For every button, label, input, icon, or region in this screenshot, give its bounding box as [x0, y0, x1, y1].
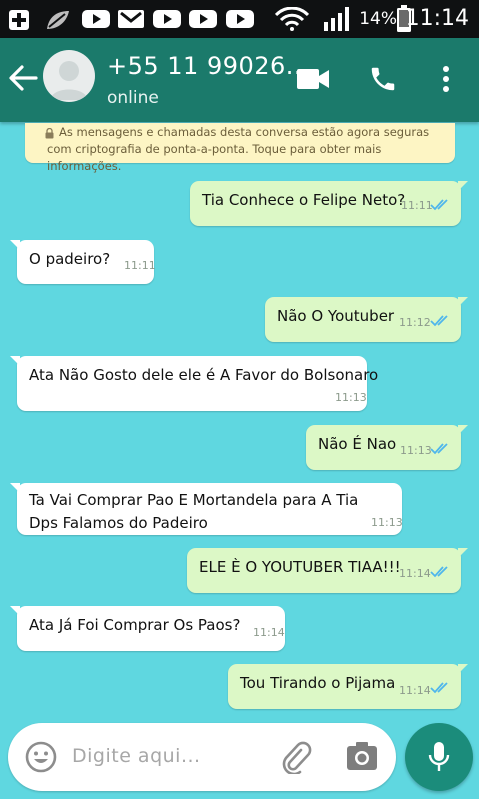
message-time: 11:14 — [253, 626, 285, 639]
message-incoming[interactable]: O padeiro? 11:11 — [10, 240, 156, 284]
back-arrow-icon[interactable] — [8, 64, 38, 92]
gmail-icon — [118, 10, 144, 28]
message-outgoing[interactable]: Não O Youtuber 11:12 — [265, 297, 468, 342]
encryption-notice-text: As mensagens e chamadas desta conversa e… — [47, 125, 430, 173]
battery-percent: 14% — [359, 9, 397, 29]
leaf-icon — [47, 11, 69, 29]
avatar[interactable] — [43, 50, 95, 102]
message-incoming[interactable]: Ata Já Foi Comprar Os Paos? 11:14 — [10, 606, 285, 651]
encryption-notice[interactable]: As mensagens e chamadas desta conversa e… — [25, 123, 455, 173]
read-receipt-icon — [430, 199, 448, 211]
message-input[interactable]: Digite aqui... — [72, 745, 201, 767]
chat-header: +55 11 99026... online — [0, 38, 479, 122]
video-call-icon[interactable] — [296, 68, 330, 90]
message-text: Tia Conhece o Felipe Neto? — [202, 191, 406, 209]
bubble-tail — [10, 606, 20, 616]
read-receipt-icon — [430, 566, 448, 578]
bubble-tail — [458, 664, 468, 674]
signal-icon — [324, 7, 349, 31]
message-outgoing[interactable]: Não É Nao 11:13 — [306, 425, 468, 470]
message-time: 11:13 — [335, 391, 367, 404]
read-receipt-icon — [430, 443, 448, 455]
bubble-tail — [458, 548, 468, 558]
contact-status: online — [107, 88, 159, 108]
bubble-tail — [10, 240, 20, 250]
status-bar: 14% 11:14 — [0, 0, 479, 38]
contact-name[interactable]: +55 11 99026... — [107, 52, 310, 80]
message-outgoing[interactable]: Tou Tirando o Pijama 11:14 — [228, 664, 468, 709]
mic-button[interactable] — [405, 723, 473, 791]
message-incoming[interactable]: Ta Vai Comprar Pao E Mortandela para A T… — [10, 483, 403, 535]
message-text: Ta Vai Comprar Pao E Mortandela para A T… — [29, 491, 359, 532]
youtube-icon — [82, 10, 110, 28]
bubble-tail — [10, 483, 20, 493]
read-receipt-icon — [430, 682, 448, 694]
message-composer[interactable]: Digite aqui... — [8, 723, 396, 791]
bubble-tail — [10, 356, 20, 366]
youtube-icon — [226, 10, 254, 28]
message-incoming[interactable]: Ata Não Gosto dele ele é A Favor do Bols… — [10, 356, 378, 411]
emoji-icon[interactable] — [25, 741, 57, 773]
message-time: 11:14 — [399, 684, 431, 697]
message-text: ELE È O YOUTUBER TIAA!!! — [199, 558, 401, 576]
message-text: Não O Youtuber — [277, 307, 395, 325]
message-time: 11:11 — [124, 259, 156, 272]
message-text: Ata Já Foi Comprar Os Paos? — [29, 616, 241, 634]
add-box-icon — [9, 10, 29, 30]
youtube-icon — [153, 10, 181, 28]
bubble-tail — [458, 297, 468, 307]
clock: 11:14 — [405, 6, 469, 31]
message-text: O padeiro? — [29, 250, 111, 268]
message-text: Tou Tirando o Pijama — [240, 674, 396, 692]
bubble-tail — [458, 425, 468, 435]
message-outgoing[interactable]: ELE È O YOUTUBER TIAA!!! 11:14 — [187, 548, 468, 593]
bubble-tail — [458, 181, 468, 191]
wifi-icon — [275, 7, 309, 31]
message-time: 11:13 — [400, 444, 432, 457]
message-text: Não É Nao — [318, 435, 397, 453]
read-receipt-icon — [430, 315, 448, 327]
message-time: 11:14 — [399, 567, 431, 580]
message-time: 11:13 — [371, 516, 403, 529]
message-time: 11:12 — [399, 316, 431, 329]
camera-icon[interactable] — [346, 741, 378, 771]
avatar-placeholder-icon — [50, 61, 88, 100]
youtube-icon — [189, 10, 217, 28]
lock-icon — [45, 128, 54, 139]
mic-icon — [428, 742, 450, 771]
message-text: Ata Não Gosto dele ele é A Favor do Bols… — [29, 366, 379, 384]
phone-icon[interactable] — [368, 64, 398, 94]
attach-icon[interactable] — [279, 740, 313, 774]
message-outgoing[interactable]: Tia Conhece o Felipe Neto? 11:11 — [190, 181, 468, 226]
more-vert-icon[interactable] — [441, 65, 451, 93]
message-time: 11:11 — [401, 199, 433, 212]
